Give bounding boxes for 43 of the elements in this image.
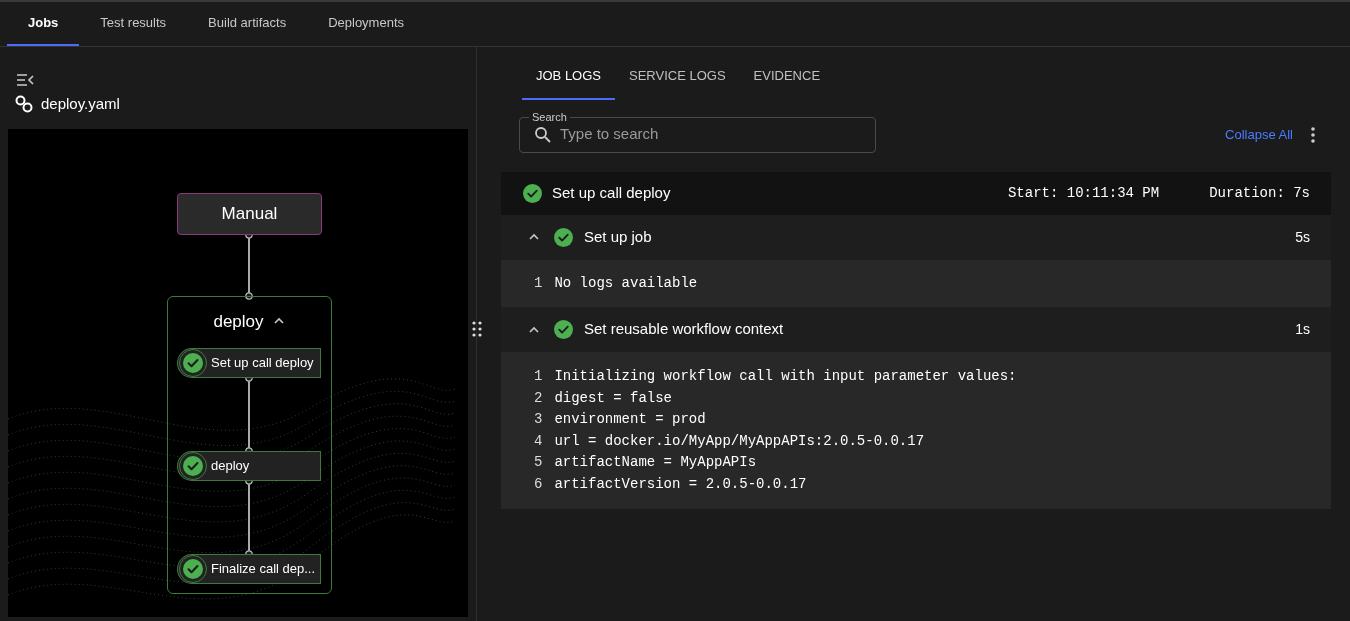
job-title: Set up call deploy <box>552 182 671 203</box>
workflow-icon <box>15 95 33 114</box>
drag-handle-icon[interactable] <box>472 321 482 337</box>
step-duration: 5s <box>1295 227 1310 247</box>
tab[interactable]: Jobs <box>7 2 80 46</box>
log-tab[interactable]: EVIDENCE <box>739 66 835 100</box>
log-line: No logs available <box>554 273 698 293</box>
start-time: Start: 10:11:34 PM <box>1007 183 1160 203</box>
log-line: artifactName = MyAppAPIs <box>554 453 757 472</box>
line-number: 4 <box>534 431 543 451</box>
more-options-icon[interactable] <box>1311 126 1315 143</box>
log-line: digest = false <box>554 388 673 408</box>
file-name: deploy.yaml <box>41 94 120 114</box>
line-number: 3 <box>534 410 543 429</box>
tab[interactable]: Build artifacts <box>187 2 308 46</box>
step-node[interactable]: Finalize call dep... <box>177 553 321 584</box>
log-line: environment = prod <box>554 410 706 429</box>
step-duration: 1s <box>1295 320 1310 339</box>
line-number: 1 <box>534 367 543 386</box>
search-icon <box>534 125 552 144</box>
step-title: Set reusable workflow context <box>584 319 784 340</box>
tab[interactable]: Test results <box>79 2 188 46</box>
step-title: Set up job <box>584 226 652 247</box>
log-line: Initializing workflow call with input parameter values: <box>554 367 1017 386</box>
log-line: artifactVersion = 2.0.5-0.0.17 <box>554 474 807 494</box>
search-input[interactable]: Type to search <box>560 123 875 146</box>
log-tab[interactable]: SERVICE LOGS <box>615 66 740 100</box>
tab[interactable]: Deployments <box>307 2 425 46</box>
log-tab[interactable]: JOB LOGS <box>522 66 616 100</box>
collapse-panel-icon[interactable] <box>16 73 34 87</box>
trigger-node[interactable]: Manual <box>177 192 322 235</box>
step-label: deploy <box>211 456 250 475</box>
log-line: url = docker.io/MyApp/MyAppAPIs:2.0.5-0.0.17 <box>554 431 925 451</box>
step-node[interactable]: deploy <box>177 450 321 481</box>
step-label: Finalize call dep... <box>211 559 316 578</box>
line-number: 2 <box>534 388 543 408</box>
line-number: 6 <box>534 474 543 494</box>
line-number: 1 <box>534 273 543 293</box>
job-group-title: deploy <box>213 310 264 333</box>
collapse-all-link[interactable]: Collapse All <box>1225 124 1293 145</box>
step-label: Set up call deploy <box>211 353 314 372</box>
line-number: 5 <box>534 453 543 472</box>
duration: Duration: 7s <box>1209 183 1310 203</box>
